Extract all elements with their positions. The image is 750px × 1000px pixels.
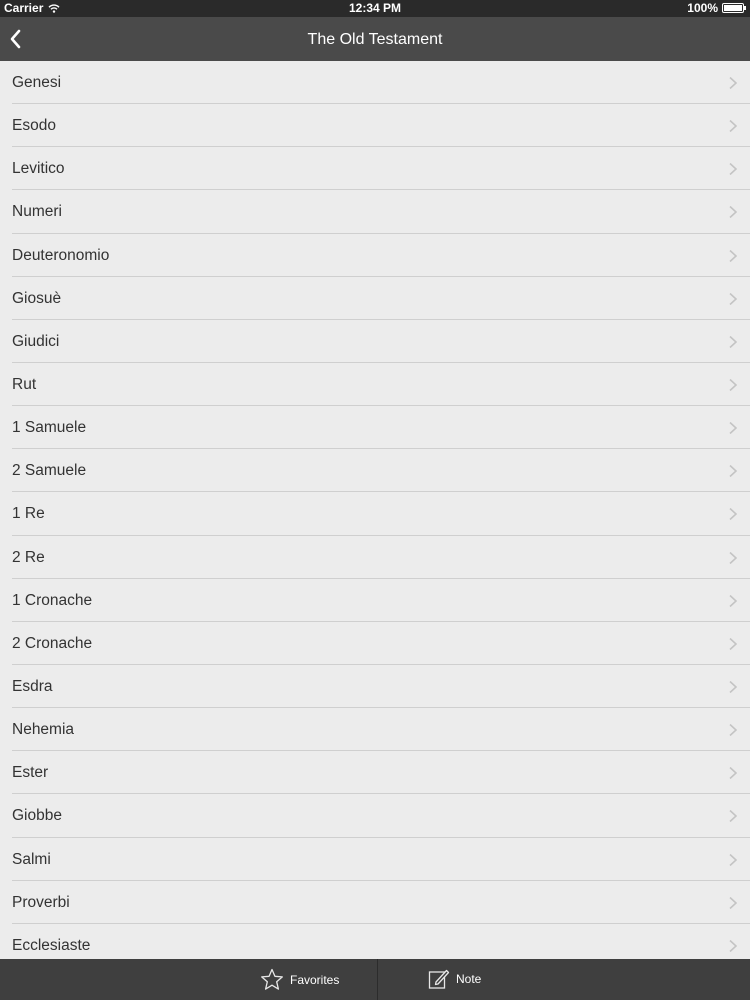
book-title: 1 Re [12,505,45,523]
book-title: Ester [12,764,49,782]
list-item[interactable]: Nehemia [12,708,750,752]
list-item[interactable]: Deuteronomio [12,234,750,277]
list-item[interactable]: Giudici [12,320,750,363]
book-title: Nehemia [12,721,75,739]
chevron-right-icon [729,724,738,737]
book-title: Rut [12,375,37,393]
chevron-right-icon [729,120,738,133]
book-title: Esodo [12,117,56,135]
chevron-right-icon [729,810,738,823]
edit-note-icon [428,969,450,989]
chevron-right-icon [729,637,738,650]
chevron-right-icon [729,292,738,305]
list-item[interactable]: Esdra [12,665,750,709]
book-title: 1 Cronache [12,591,93,609]
chevron-right-icon [729,896,738,909]
book-title: Genesi [12,74,62,91]
chevron-right-icon [729,767,738,780]
chevron-right-icon [729,939,738,952]
book-title: 2 Re [12,548,45,566]
tab-bar: Favorites Note [0,959,750,1000]
chevron-right-icon [729,853,738,866]
favorites-label: Favorites [290,972,340,987]
battery-percent: 100% [687,1,718,15]
book-title: Proverbi [12,893,70,911]
list-item[interactable]: Ecclesiaste [12,924,750,959]
chevron-right-icon [729,249,738,262]
battery-indicator: 100% [687,1,746,15]
page-title: The Old Testament [307,31,443,48]
list-item[interactable]: 2 Samuele [12,449,750,493]
chevron-right-icon [729,335,738,348]
list-item[interactable]: 1 Re [12,492,750,536]
star-icon [261,968,283,990]
tab-divider [377,959,378,1000]
book-list: Genesi Esodo Levitico Numeri Deuteronomio Gio… [0,61,750,959]
list-item[interactable]: Levitico [12,147,750,191]
note-tab[interactable]: Note [428,968,481,990]
battery-icon [722,3,746,13]
list-item[interactable]: Esodo [12,104,750,148]
book-title: Deuteronomio [12,246,110,264]
list-item[interactable]: Salmi [12,838,750,881]
book-title: Giosuè [12,289,62,307]
list-item[interactable]: 1 Samuele [12,406,750,450]
chevron-right-icon [729,508,738,521]
list-item[interactable]: Genesi [12,61,750,105]
status-bar: Carrier 12:34 PM 100% [0,0,750,17]
chevron-right-icon [729,465,738,478]
status-time: 12:34 PM [348,1,402,15]
list-item[interactable]: Numeri [12,190,750,234]
list-item[interactable]: 2 Cronache [12,622,750,665]
book-title: Levitico [12,160,65,178]
book-title: Ecclesiaste [12,936,91,954]
chevron-right-icon [729,594,738,607]
chevron-right-icon [729,422,738,435]
book-title: Salmi [12,850,51,868]
book-title: 1 Samuele [12,419,87,437]
note-label: Note [456,972,482,986]
book-title: Giudici [12,332,60,350]
list-item[interactable]: 1 Cronache [12,579,750,622]
chevron-right-icon [729,680,738,694]
book-title: 2 Samuele [12,462,87,480]
chevron-right-icon [729,163,738,176]
chevron-right-icon [729,551,738,564]
list-item[interactable]: Giosuè [12,277,750,320]
favorites-tab[interactable]: Favorites [260,968,339,991]
list-item[interactable]: Giobbe [12,794,750,838]
book-title: Giobbe [12,807,62,825]
navigation-bar: The Old Testament [0,17,750,61]
list-item[interactable]: Proverbi [12,881,750,924]
list-item[interactable]: Ester [12,751,750,795]
list-item[interactable]: Rut [12,363,750,407]
chevron-right-icon [729,206,738,219]
chevron-right-icon [729,76,738,90]
book-title: 2 Cronache [12,634,93,652]
book-title: Esdra [12,677,53,695]
list-item[interactable]: 2 Re [12,536,750,579]
book-title: Numeri [12,203,62,221]
chevron-right-icon [729,378,738,392]
